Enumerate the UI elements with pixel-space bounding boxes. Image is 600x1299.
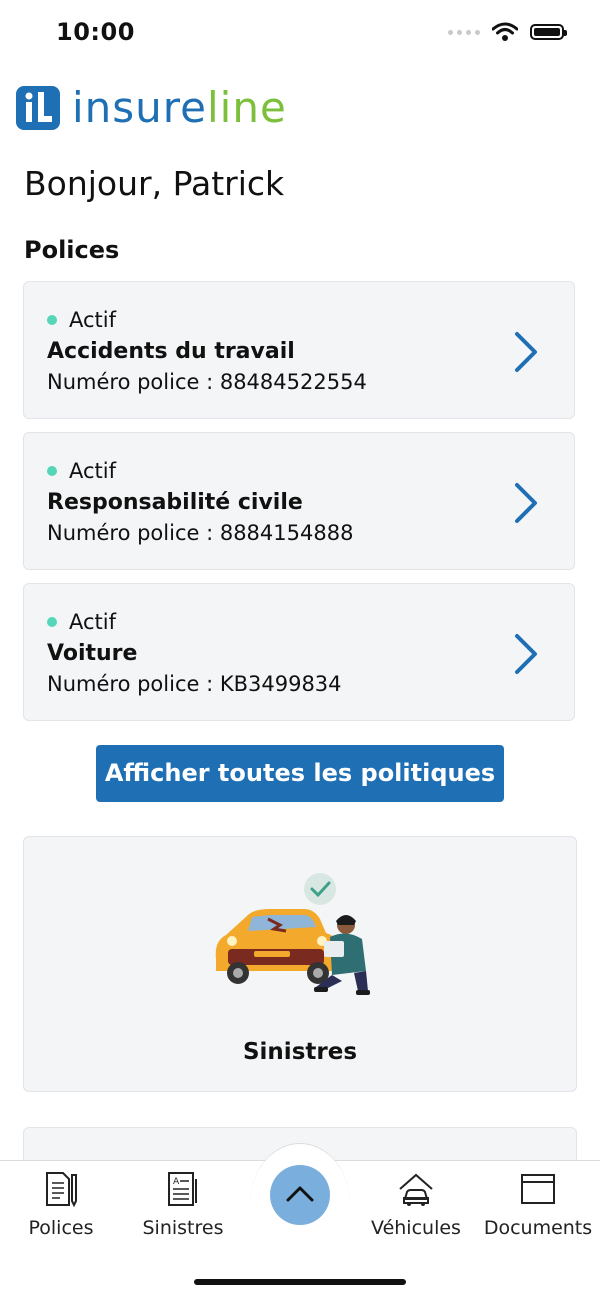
car-inspection-illustration	[215, 873, 370, 995]
chevron-right-icon[interactable]	[512, 481, 540, 525]
policy-name: Accidents du travail	[47, 339, 295, 364]
claims-card-label: Sinistres	[242, 1039, 358, 1065]
policy-status: Actif	[47, 308, 116, 332]
brand-logo: insureline	[16, 86, 287, 130]
greeting: Bonjour, Patrick	[24, 164, 285, 203]
status-dot-icon	[47, 466, 57, 476]
chevron-up-icon	[286, 1186, 314, 1202]
battery-icon	[530, 24, 567, 40]
policy-card[interactable]: Actif Voiture Numéro police : KB3499834	[23, 583, 575, 721]
tab-polices[interactable]: Polices	[1, 1169, 121, 1239]
chevron-right-icon[interactable]	[512, 330, 540, 374]
cellular-signal-icon	[448, 29, 480, 35]
policy-status-label: Actif	[69, 459, 117, 483]
policy-status: Actif	[47, 610, 116, 634]
status-dot-icon	[47, 617, 57, 627]
policy-status: Actif	[47, 459, 116, 483]
view-all-policies-button[interactable]: Afficher toutes les politiques	[96, 745, 504, 802]
policy-number: Numéro police : 8884154888	[47, 521, 354, 545]
status-bar: 10:00	[0, 0, 600, 70]
wifi-icon	[492, 22, 518, 41]
claim-form-icon: A	[168, 1172, 197, 1206]
logo-word-line: line	[206, 83, 287, 132]
policy-name: Responsabilité civile	[47, 490, 303, 515]
svg-text:A: A	[173, 1177, 180, 1187]
tab-documents[interactable]: Documents	[478, 1169, 598, 1239]
folder-icon	[521, 1174, 555, 1204]
logo-word-insure: insure	[72, 83, 207, 132]
logo-wordmark: insureline	[72, 86, 287, 130]
status-icons	[448, 22, 567, 42]
policy-status-label: Actif	[69, 308, 117, 332]
policy-status-label: Actif	[69, 610, 117, 634]
car-home-icon	[399, 1173, 433, 1206]
policy-number: Numéro police : KB3499834	[47, 672, 342, 696]
status-dot-icon	[47, 315, 57, 325]
tab-vehicules-label: Véhicules	[371, 1217, 461, 1239]
chevron-right-icon[interactable]	[512, 632, 540, 676]
tab-polices-label: Polices	[28, 1217, 94, 1239]
logo-mark-icon	[16, 86, 60, 130]
policy-name: Voiture	[47, 641, 138, 666]
policy-card[interactable]: Actif Accidents du travail Numéro police…	[23, 281, 575, 419]
expand-menu-button[interactable]	[270, 1165, 330, 1225]
status-time: 10:00	[56, 18, 135, 46]
claims-card[interactable]: Sinistres	[23, 836, 577, 1092]
tab-sinistres-label: Sinistres	[142, 1217, 224, 1239]
tab-vehicules[interactable]: Véhicules	[356, 1169, 476, 1239]
policies-section-title: Polices	[24, 236, 120, 264]
home-indicator[interactable]	[194, 1279, 406, 1285]
policy-number: Numéro police : 88484522554	[47, 370, 367, 394]
document-pen-icon	[46, 1172, 77, 1208]
tab-sinistres[interactable]: A Sinistres	[123, 1169, 243, 1239]
policy-card[interactable]: Actif Responsabilité civile Numéro polic…	[23, 432, 575, 570]
tab-documents-label: Documents	[483, 1217, 593, 1239]
